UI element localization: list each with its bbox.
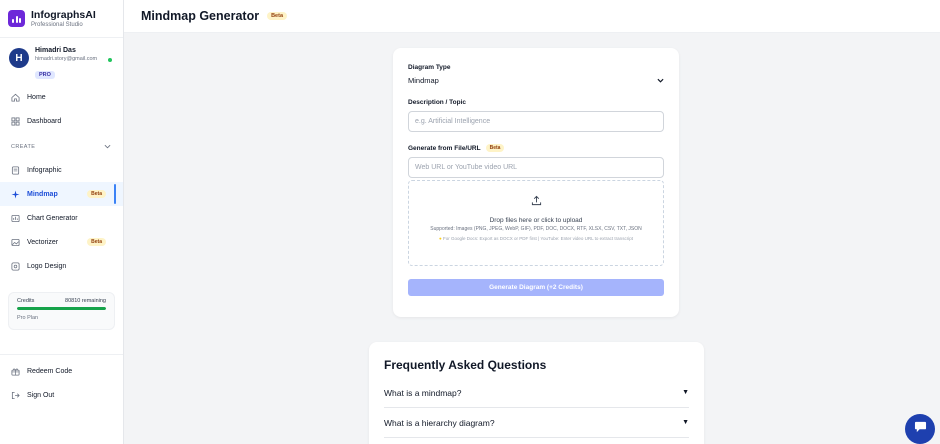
dropzone-formats: Supported: Images (PNG, JPEG, WebP, GIF)…	[430, 226, 642, 232]
faq-item[interactable]: What is a mindmap? ▼	[384, 378, 689, 408]
file-url-label: Generate from File/URL Beta	[408, 144, 664, 152]
sidebar-item-chart-generator[interactable]: Chart Generator	[0, 206, 123, 230]
dropzone-hint-text: For Google Docs: Export as DOCX or PDF f…	[443, 236, 633, 241]
lightbulb-icon: ●	[439, 236, 442, 241]
generator-form-card: Diagram Type Mindmap Description / Topic…	[393, 48, 679, 317]
faq-question: What is a hierarchy diagram?	[384, 417, 495, 428]
sidebar-item-label: Redeem Code	[27, 367, 73, 375]
sidebar-item-label: Infographic	[27, 166, 62, 174]
sidebar-item-label: Vectorizer	[27, 238, 59, 246]
avatar: H	[9, 48, 29, 68]
create-section-toggle[interactable]: CREATE	[0, 139, 123, 155]
beta-badge: Beta	[485, 144, 505, 152]
dropzone-hint: ● For Google Docs: Export as DOCX or PDF…	[421, 236, 651, 243]
user-profile[interactable]: H Himadri Das himadri.story@gmail.com PR…	[0, 38, 123, 82]
sidebar-item-label: Sign Out	[27, 391, 55, 399]
description-placeholder: e.g. Artificial Intelligence	[415, 118, 491, 125]
sparkle-icon	[11, 189, 20, 199]
user-email: himadri.story@gmail.com	[35, 56, 98, 62]
credits-label: Credits	[17, 298, 35, 304]
sidebar-item-infographic[interactable]: Infographic	[0, 158, 123, 182]
sidebar-item-label: Chart Generator	[27, 214, 78, 222]
page-title: Mindmap Generator	[141, 9, 260, 23]
diagram-type-value: Mindmap	[408, 75, 439, 85]
faq-title: Frequently Asked Questions	[384, 358, 547, 372]
sidebar: InfographsAI Professional Studio H Himad…	[0, 0, 124, 444]
file-dropzone[interactable]: Drop files here or click to upload Suppo…	[408, 180, 664, 266]
sidebar-item-vectorizer[interactable]: Vectorizer Beta	[0, 230, 123, 254]
credits-progress-bar	[17, 307, 106, 310]
caret-down-icon: ▼	[682, 419, 689, 426]
description-input[interactable]: e.g. Artificial Intelligence	[408, 111, 664, 132]
sidebar-item-redeem-code[interactable]: Redeem Code	[0, 359, 123, 383]
credits-progress-fill	[17, 307, 106, 310]
url-placeholder: Web URL or YouTube video URL	[415, 164, 518, 171]
chat-support-button[interactable]	[905, 414, 935, 444]
image-icon	[11, 238, 20, 247]
online-status-dot	[108, 58, 112, 62]
bar-chart-logo-icon	[8, 10, 25, 27]
sidebar-item-label: Dashboard	[27, 117, 62, 125]
sidebar-footer: Redeem Code Sign Out	[0, 354, 123, 407]
chevron-down-icon	[657, 76, 664, 85]
credits-plan: Pro Plan	[17, 315, 39, 321]
section-label: CREATE	[11, 144, 36, 150]
beta-badge: Beta	[87, 238, 106, 246]
chevron-down-icon	[104, 144, 111, 151]
diagram-type-label: Diagram Type	[408, 64, 451, 71]
diagram-type-select[interactable]: Mindmap	[408, 75, 664, 85]
sidebar-item-mindmap[interactable]: Mindmap Beta	[0, 182, 123, 206]
generate-diagram-button[interactable]: Generate Diagram (+2 Credits)	[408, 279, 664, 296]
plan-badge: PRO	[35, 71, 55, 79]
faq-item[interactable]: What is a hierarchy diagram? ▼	[384, 408, 689, 438]
upload-icon	[531, 193, 542, 211]
sidebar-item-dashboard[interactable]: Dashboard	[0, 109, 123, 133]
brand[interactable]: InfographsAI Professional Studio	[0, 0, 123, 38]
chart-icon	[11, 214, 20, 223]
credits-remaining: 80810 remaining	[65, 298, 106, 304]
palette-icon	[11, 261, 20, 271]
sidebar-item-logo-design[interactable]: Logo Design	[0, 254, 123, 278]
file-url-label-text: Generate from File/URL	[408, 144, 481, 152]
url-input[interactable]: Web URL or YouTube video URL	[408, 157, 664, 178]
user-name: Himadri Das	[35, 47, 76, 54]
brand-subtitle: Professional Studio	[31, 21, 83, 28]
faq-question: What is a mindmap?	[384, 387, 462, 398]
dropzone-title: Drop files here or click to upload	[489, 217, 583, 224]
sidebar-item-label: Home	[27, 93, 46, 101]
gift-icon	[11, 367, 20, 376]
description-label: Description / Topic	[408, 99, 467, 106]
document-icon	[11, 165, 20, 175]
chat-bubble-icon	[914, 420, 927, 438]
grid-icon	[11, 116, 20, 126]
sidebar-item-home[interactable]: Home	[0, 85, 123, 109]
sidebar-item-sign-out[interactable]: Sign Out	[0, 383, 123, 407]
page-header: Mindmap Generator Beta	[124, 0, 940, 33]
logout-icon	[11, 391, 20, 400]
credits-panel: Credits 80810 remaining Pro Plan	[8, 292, 115, 330]
beta-badge: Beta	[87, 190, 106, 198]
brand-name: InfographsAI	[31, 8, 96, 21]
beta-badge: Beta	[267, 12, 287, 20]
home-icon	[11, 93, 20, 102]
sidebar-item-label: Mindmap	[27, 190, 58, 198]
faq-section: Frequently Asked Questions What is a min…	[369, 342, 704, 444]
sidebar-item-label: Logo Design	[27, 262, 67, 270]
caret-down-icon: ▼	[682, 389, 689, 396]
